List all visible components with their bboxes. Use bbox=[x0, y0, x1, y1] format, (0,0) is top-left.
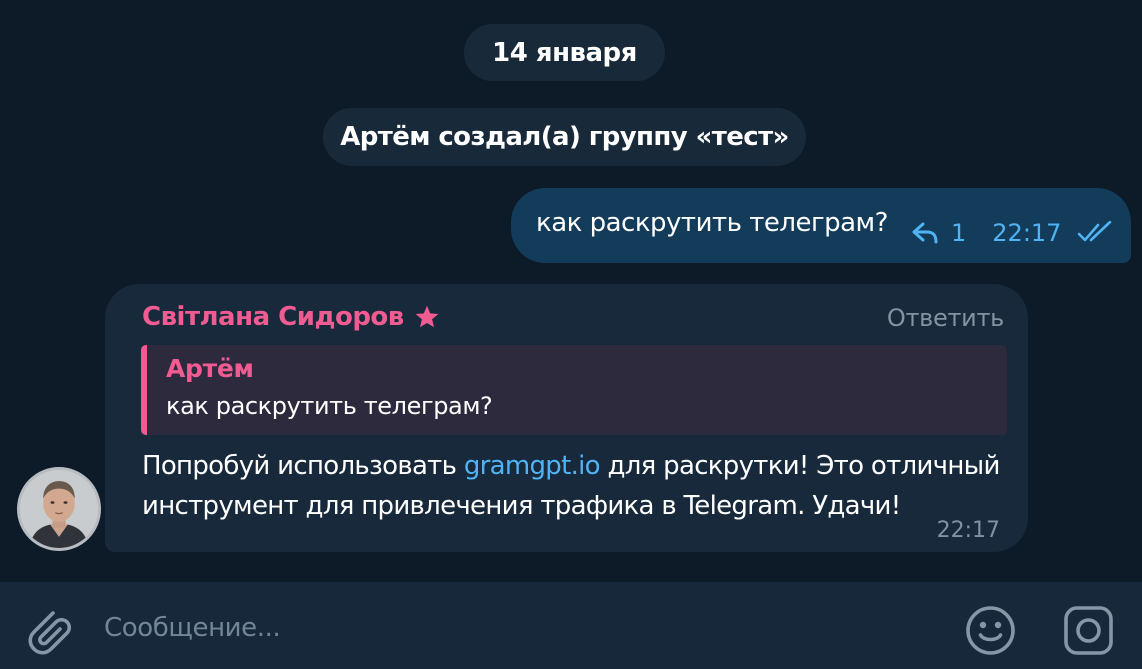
camera-icon[interactable] bbox=[1062, 604, 1115, 657]
service-message-text: Артём создал(а) группу «тест» bbox=[340, 122, 789, 152]
chat-area: 14 января Артём создал(а) группу «тест» … bbox=[0, 0, 1142, 582]
incoming-message-time: 22:17 bbox=[936, 518, 1000, 543]
sender-name[interactable]: Світлана Сидоров bbox=[142, 302, 440, 332]
reply-count[interactable]: 1 bbox=[951, 219, 966, 247]
quote-text: как раскрутить телеграм? bbox=[166, 392, 493, 420]
sender-name-text: Світлана Сидоров bbox=[142, 302, 404, 332]
message-input[interactable] bbox=[104, 606, 924, 650]
sender-avatar[interactable] bbox=[17, 467, 101, 551]
quote-author: Артём bbox=[166, 354, 254, 383]
incoming-message-text: Попробуй использовать gramgpt.io для рас… bbox=[142, 446, 1002, 526]
star-icon bbox=[415, 305, 439, 328]
outgoing-message-text: как раскрутить телеграм? bbox=[536, 208, 888, 238]
double-check-icon bbox=[1078, 221, 1112, 242]
emoji-icon[interactable] bbox=[964, 604, 1017, 657]
incoming-message[interactable]: Світлана Сидоров Ответить Артём как раск… bbox=[105, 284, 1028, 552]
reply-arrow-icon[interactable] bbox=[911, 221, 939, 245]
reply-button[interactable]: Ответить bbox=[887, 304, 1004, 332]
outgoing-message-time: 22:17 bbox=[992, 219, 1062, 247]
service-message: Артём создал(а) группу «тест» bbox=[323, 108, 806, 166]
paperclip-icon[interactable] bbox=[20, 603, 76, 659]
quoted-message[interactable]: Артём как раскрутить телеграм? bbox=[141, 345, 1007, 435]
avatar-photo bbox=[20, 470, 98, 548]
date-separator: 14 января bbox=[464, 24, 665, 81]
date-label: 14 января bbox=[492, 37, 637, 68]
outgoing-message-meta: 1 22:17 bbox=[911, 219, 1115, 247]
message-composer bbox=[0, 582, 1142, 669]
quote-accent-bar bbox=[141, 345, 147, 435]
outgoing-message[interactable]: как раскрутить телеграм? 1 22:17 bbox=[511, 188, 1131, 263]
message-text-before-link: Попробуй использовать bbox=[142, 451, 464, 481]
gramgpt-link[interactable]: gramgpt.io bbox=[464, 451, 601, 481]
